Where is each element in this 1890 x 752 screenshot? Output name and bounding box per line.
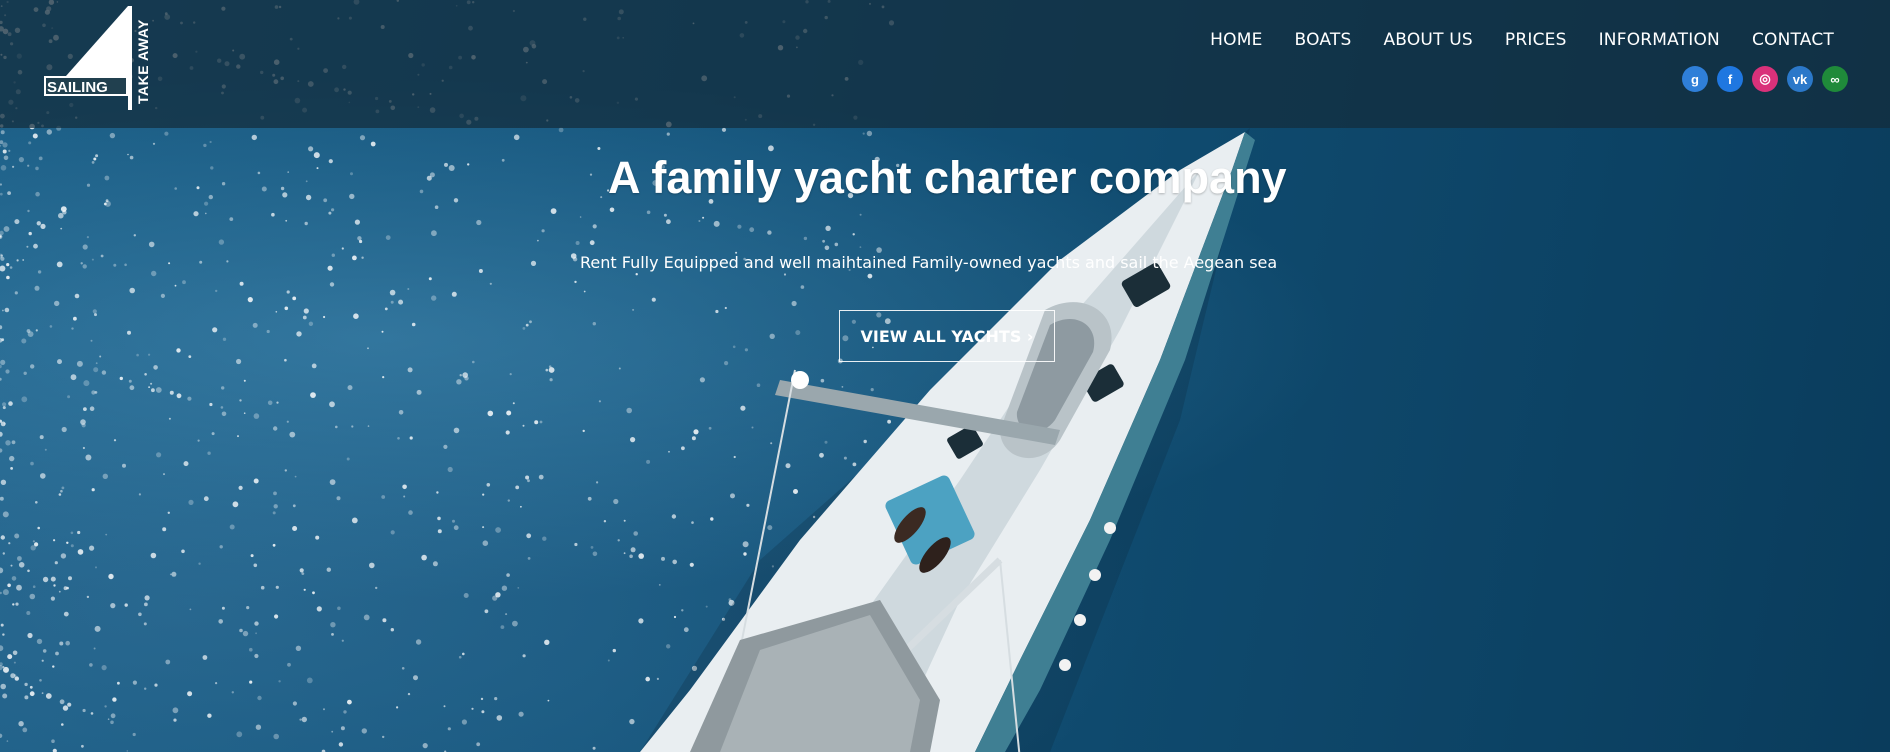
sail-icon [66,6,128,76]
sailing-take-away-logo[interactable]: SAILING TAKE AWAY [44,6,154,110]
hero-subtitle: Rent Fully Equipped and well maihtained … [580,253,1278,272]
nav-contact[interactable]: CONTACT [1736,28,1834,52]
logo-main-text: SAILING [47,79,108,96]
nav-home[interactable]: HOME [1194,28,1278,52]
nav-list: HOME BOATS ABOUT US PRICES INFORMATION C… [1194,28,1834,52]
hero-section: SAILING TAKE AWAY HOME BOATS ABOUT US PR… [0,0,1890,752]
facebook-icon[interactable]: f [1717,66,1743,92]
view-all-yachts-button[interactable]: VIEW ALL YACHTS › [839,310,1055,362]
social-links: g f ◎ vk ∞ [1682,66,1848,92]
tripadvisor-icon[interactable]: ∞ [1822,66,1848,92]
instagram-icon[interactable]: ◎ [1752,66,1778,92]
nav-prices[interactable]: PRICES [1489,28,1583,52]
hero-title: A family yacht charter company [608,152,1287,203]
nav-boats[interactable]: BOATS [1279,28,1368,52]
vk-icon[interactable]: vk [1787,66,1813,92]
nav-information[interactable]: INFORMATION [1583,28,1736,52]
google-plus-icon[interactable]: g [1682,66,1708,92]
header-bar [0,0,1890,128]
nav-about-us[interactable]: ABOUT US [1367,28,1488,52]
logo-side-text: TAKE AWAY [135,19,151,104]
